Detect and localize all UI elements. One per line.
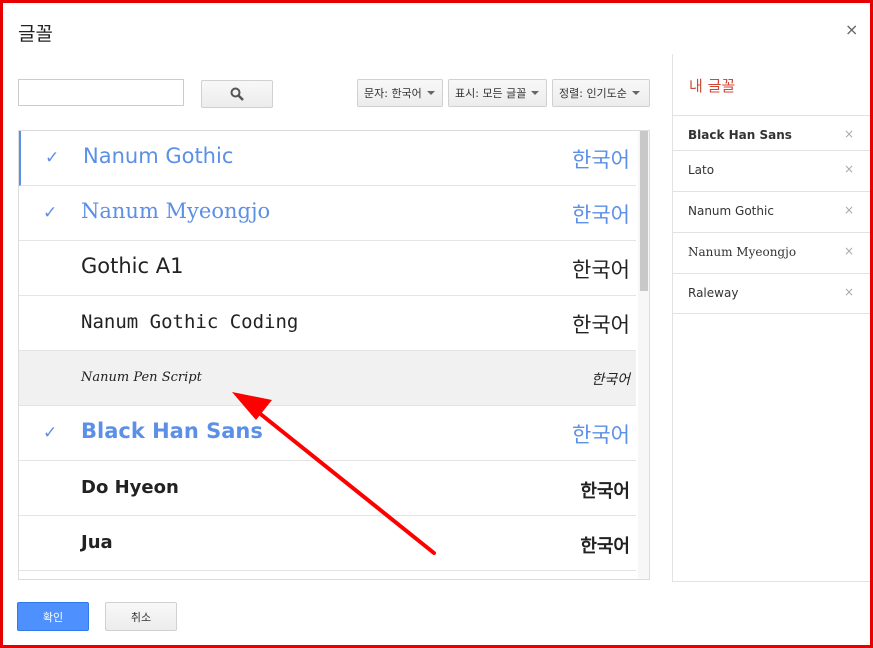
font-name: Do Hyeon — [81, 477, 179, 498]
close-icon[interactable]: × — [845, 20, 858, 39]
font-sample: 한국어 — [572, 258, 630, 282]
my-font-item: Raleway × — [673, 273, 870, 314]
font-row-jua[interactable]: Jua 한국어 — [19, 516, 636, 571]
remove-icon[interactable]: × — [844, 203, 854, 217]
search-input[interactable] — [18, 79, 184, 106]
check-icon: ✓ — [45, 148, 60, 168]
font-row-nanum-gothic[interactable]: ✓ Nanum Gothic 한국어 — [19, 131, 636, 186]
font-name: Jua — [81, 532, 113, 553]
font-name: Nanum Pen Script — [81, 370, 202, 385]
sort-label: 정렬: 인기도순 — [559, 87, 627, 100]
show-filter-label: 표시: 모든 글꼴 — [455, 87, 527, 100]
my-font-label: Nanum Myeongjo — [688, 245, 797, 259]
sort-dropdown[interactable]: 정렬: 인기도순 — [552, 79, 650, 107]
remove-icon[interactable]: × — [844, 285, 854, 299]
font-row-gothic-a1[interactable]: Gothic A1 한국어 — [19, 241, 636, 296]
font-row-nanum-gothic-coding[interactable]: Nanum Gothic Coding 한국어 — [19, 296, 636, 351]
scrollbar-thumb[interactable] — [640, 131, 648, 291]
my-fonts-title: 내 글꼴 — [689, 77, 736, 95]
font-sample: 한국어 — [572, 313, 630, 337]
remove-icon[interactable]: × — [844, 162, 854, 176]
font-name: Nanum Myeongjo — [81, 199, 271, 223]
my-font-item: Nanum Myeongjo × — [673, 232, 870, 273]
font-row-nanum-myeongjo[interactable]: ✓ Nanum Myeongjo 한국어 — [19, 186, 636, 241]
dropdown-arrow-icon — [631, 91, 640, 95]
font-row-black-han-sans[interactable]: ✓ Black Han Sans 한국어 — [19, 406, 636, 461]
my-font-label: Black Han Sans — [688, 128, 792, 142]
dialog-title: 글꼴 — [18, 23, 53, 45]
my-font-label: Raleway — [688, 286, 739, 300]
dropdown-arrow-icon — [426, 91, 435, 95]
font-name: Nanum Gothic — [83, 144, 234, 168]
font-sample: 한국어 — [580, 536, 630, 557]
font-list-scrollbar[interactable] — [638, 131, 649, 579]
font-list: ✓ Nanum Gothic 한국어 ✓ Nanum Myeongjo 한국어 … — [18, 130, 650, 580]
font-sample: 한국어 — [572, 148, 630, 172]
cancel-button[interactable]: 취소 — [105, 602, 177, 631]
font-sample: 한국어 — [572, 203, 630, 227]
ok-button[interactable]: 확인 — [17, 602, 89, 631]
font-name: Gothic A1 — [81, 254, 184, 278]
check-icon: ✓ — [43, 203, 58, 223]
font-row-do-hyeon[interactable]: Do Hyeon 한국어 — [19, 461, 636, 516]
dropdown-arrow-icon — [531, 91, 540, 95]
font-name: Black Han Sans — [81, 419, 263, 443]
show-filter-dropdown[interactable]: 표시: 모든 글꼴 — [448, 79, 547, 107]
font-row-nanum-pen-script[interactable]: Nanum Pen Script 한국어 — [19, 351, 636, 406]
search-button[interactable] — [201, 80, 273, 108]
font-sample: 한국어 — [580, 481, 630, 502]
script-filter-label: 문자: 한국어 — [364, 87, 422, 100]
font-sample: 한국어 — [572, 423, 630, 447]
font-name: Nanum Gothic Coding — [81, 311, 299, 333]
my-font-label: Nanum Gothic — [688, 204, 774, 218]
remove-icon[interactable]: × — [844, 127, 854, 141]
script-filter-dropdown[interactable]: 문자: 한국어 — [357, 79, 443, 107]
remove-icon[interactable]: × — [844, 244, 854, 258]
check-icon: ✓ — [43, 423, 58, 443]
my-font-label: Lato — [688, 163, 715, 177]
my-font-item: Nanum Gothic × — [673, 191, 870, 232]
font-sample: 한국어 — [591, 372, 630, 388]
my-fonts-panel: 내 글꼴 Black Han Sans × Lato × Nanum Gothi… — [672, 54, 870, 582]
search-icon — [230, 87, 244, 101]
my-font-item: Lato × — [673, 150, 870, 191]
